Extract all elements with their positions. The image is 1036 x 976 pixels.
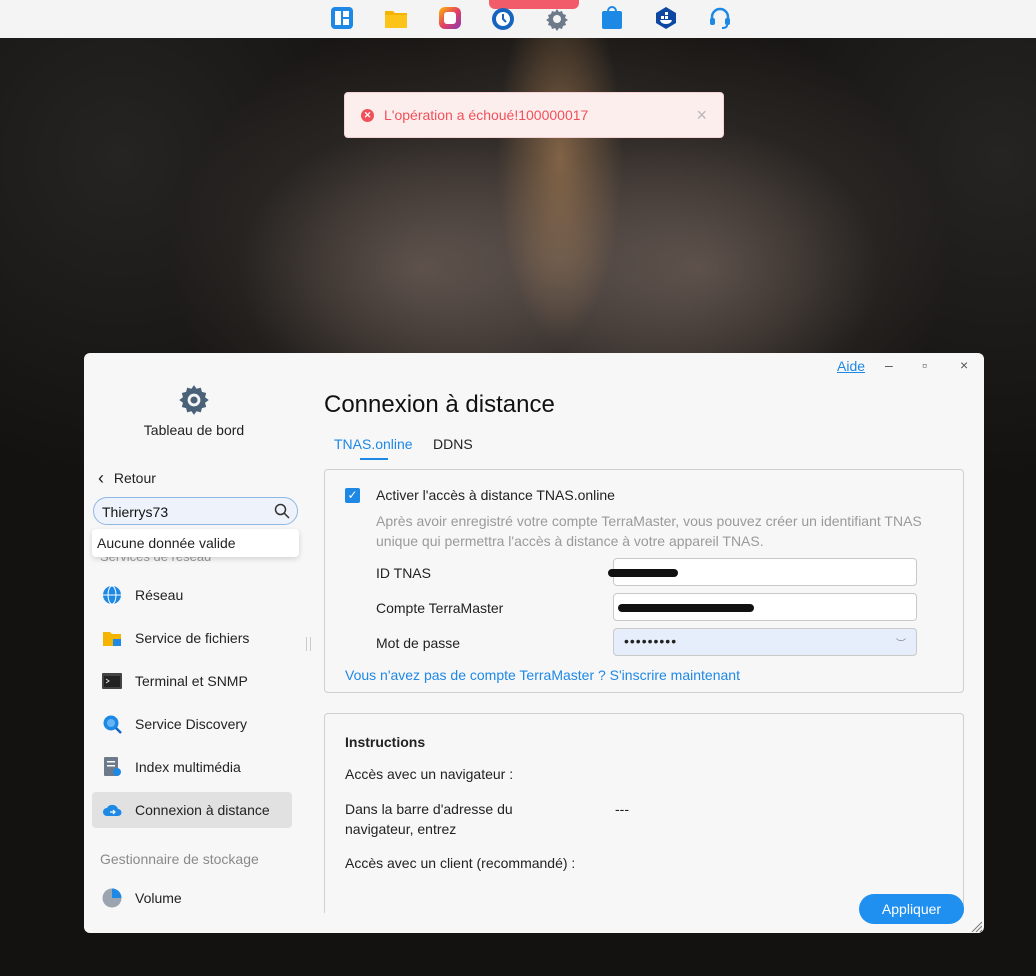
docker-icon[interactable] xyxy=(654,6,678,30)
globe-icon xyxy=(102,585,122,605)
search-value: Thierrys73 xyxy=(102,504,169,520)
search-icon[interactable] xyxy=(274,503,290,519)
main-content: Connexion à distance TNAS.online DDNS ✓ … xyxy=(324,353,984,933)
sidebar-item-media-index[interactable]: Index multimédia xyxy=(92,749,292,785)
page-title: Connexion à distance xyxy=(324,391,555,418)
media-index-icon xyxy=(102,757,122,777)
sidebar-item-remote-connection[interactable]: Connexion à distance xyxy=(92,792,292,828)
settings-window: Aide – ▫ × Tableau de bord ‹ Retour Thie… xyxy=(84,353,984,933)
no-results-text: Aucune donnée valide xyxy=(97,535,236,551)
password-value: ••••••••• xyxy=(624,633,678,649)
password-field[interactable]: ••••••••• ︶ xyxy=(613,628,917,656)
sidebar-item-label: Connexion à distance xyxy=(135,802,270,818)
tnas-id-label: ID TNAS xyxy=(376,565,431,581)
resize-grip-icon[interactable] xyxy=(970,919,983,933)
sidebar-item-service-discovery[interactable]: Service Discovery xyxy=(92,706,292,742)
dashboard-label[interactable]: Tableau de bord xyxy=(84,422,304,438)
enable-remote-checkbox[interactable]: ✓ xyxy=(345,488,360,503)
close-icon[interactable]: × xyxy=(696,105,707,126)
tab-tnas-online[interactable]: TNAS.online xyxy=(334,436,413,452)
search-input[interactable]: Thierrys73 xyxy=(93,497,298,525)
sidebar: Tableau de bord ‹ Retour Thierrys73 Serv… xyxy=(84,353,304,933)
toast-message: L'opération a échoué!100000017 xyxy=(384,107,589,123)
sidebar-item-network[interactable]: Réseau xyxy=(92,577,292,613)
support-icon[interactable] xyxy=(708,6,732,30)
description-text: Après avoir enregistré votre compte Terr… xyxy=(376,513,922,549)
address-bar-label: Dans la barre d'adresse du navigateur, e… xyxy=(345,801,513,837)
terminal-icon xyxy=(102,671,122,691)
gear-icon xyxy=(177,383,211,417)
tnas-id-field[interactable] xyxy=(608,558,917,586)
chevron-left-icon: ‹ xyxy=(98,468,104,488)
folder-share-icon xyxy=(102,628,122,648)
sidebar-resize-handle[interactable] xyxy=(306,637,311,651)
redaction-mark xyxy=(608,569,678,577)
app-center-icon[interactable] xyxy=(438,6,462,30)
file-manager-icon[interactable] xyxy=(384,6,408,30)
back-label: Retour xyxy=(113,470,156,486)
cloud-remote-icon xyxy=(102,800,122,820)
control-panel-icon[interactable] xyxy=(330,6,354,30)
sidebar-item-volume[interactable]: Volume xyxy=(92,880,292,916)
shop-icon[interactable] xyxy=(600,6,624,30)
address-value: --- xyxy=(615,801,629,817)
active-tab-indicator xyxy=(360,458,388,460)
discovery-icon xyxy=(102,714,122,734)
account-field[interactable] xyxy=(613,593,917,621)
tab-ddns[interactable]: DDNS xyxy=(433,436,473,452)
sidebar-item-label: Index multimédia xyxy=(135,759,241,775)
eye-hidden-icon[interactable]: ︶ xyxy=(896,635,906,650)
account-label: Compte TerraMaster xyxy=(376,600,504,616)
password-label: Mot de passe xyxy=(376,635,461,651)
apply-button[interactable]: Appliquer xyxy=(859,894,964,924)
search-suggestion-dropdown: Aucune donnée valide xyxy=(92,529,299,557)
backup-icon[interactable] xyxy=(491,7,515,31)
volume-icon xyxy=(102,888,122,908)
sidebar-item-label: Volume xyxy=(135,890,182,906)
sidebar-item-label: Service de fichiers xyxy=(135,630,250,646)
taskbar xyxy=(0,0,1036,38)
register-link[interactable]: Vous n'avez pas de compte TerraMaster ? … xyxy=(345,667,740,683)
settings-icon[interactable] xyxy=(545,7,569,31)
error-icon: ✕ xyxy=(361,109,374,122)
sidebar-item-label: Service Discovery xyxy=(135,716,248,732)
section-storage-title: Gestionnaire de stockage xyxy=(100,851,259,867)
sidebar-item-label: Réseau xyxy=(135,587,184,603)
instructions-panel: Instructions Accès avec un navigateur : … xyxy=(324,713,964,913)
error-toast: ✕ L'opération a échoué!100000017 × xyxy=(344,92,724,138)
client-access-label: Accès avec un client (recommandé) : xyxy=(345,855,576,871)
browser-access-label: Accès avec un navigateur : xyxy=(345,766,514,782)
instructions-title: Instructions xyxy=(345,734,426,750)
back-button[interactable]: ‹ Retour xyxy=(98,467,156,488)
tnas-online-panel: ✓ Activer l'accès à distance TNAS.online… xyxy=(324,469,964,693)
enable-remote-label[interactable]: Activer l'accès à distance TNAS.online xyxy=(376,487,615,503)
sidebar-item-terminal-snmp[interactable]: Terminal et SNMP xyxy=(92,663,292,699)
sidebar-item-file-service[interactable]: Service de fichiers xyxy=(92,620,292,656)
sidebar-item-label: Terminal et SNMP xyxy=(135,673,248,689)
redaction-mark xyxy=(618,604,754,612)
